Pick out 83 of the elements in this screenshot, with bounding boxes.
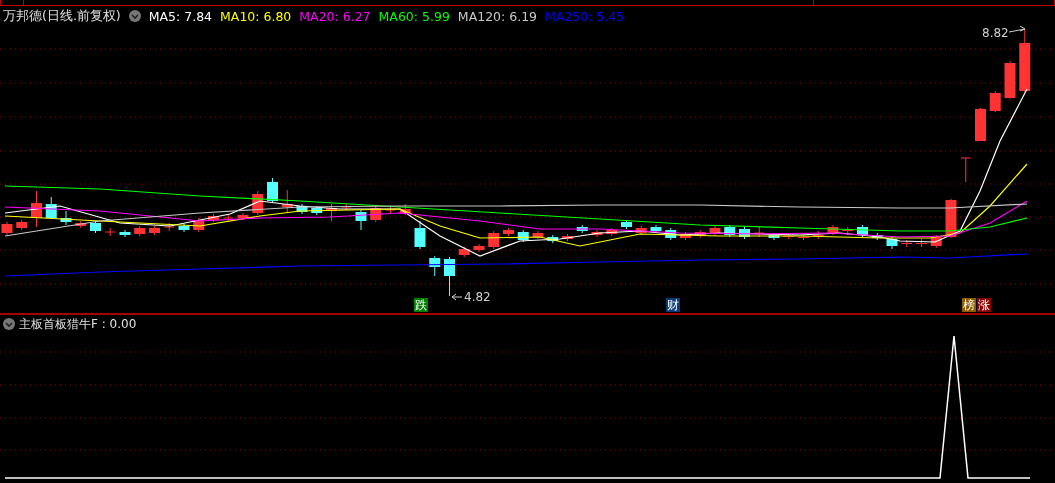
candlestick <box>311 205 323 216</box>
chevron-down-icon[interactable] <box>128 10 141 22</box>
candlestick <box>709 225 721 237</box>
moving-average-label: MA10: 6.80 <box>220 8 292 24</box>
candlestick <box>119 229 131 238</box>
candlestick <box>75 220 87 229</box>
candlestick <box>532 230 544 240</box>
candlestick <box>252 190 264 216</box>
candlestick <box>355 209 367 231</box>
candlestick <box>650 224 662 234</box>
moving-average-label: MA20: 6.27 <box>299 8 371 24</box>
candlestick <box>576 224 588 234</box>
candlestick <box>724 224 736 238</box>
candlestick <box>1004 60 1016 100</box>
candlestick <box>208 213 219 223</box>
candlestick <box>665 227 677 241</box>
candlestick <box>458 246 470 258</box>
candlestick <box>326 203 337 222</box>
moving-average-label: MA5: 7.84 <box>148 8 213 24</box>
candlestick <box>621 219 632 230</box>
moving-average-label: MA250: 5.45 <box>545 8 625 24</box>
candlestick <box>798 234 809 241</box>
candlestick <box>812 230 824 240</box>
candlestick <box>886 236 898 250</box>
candlestick <box>178 223 190 233</box>
candlestick <box>989 90 1001 113</box>
candlestick <box>385 205 396 214</box>
candlestick <box>960 157 972 183</box>
candlestick <box>31 190 42 228</box>
candlestick <box>901 239 913 248</box>
low-pointer-arrow <box>451 293 463 301</box>
moving-average-label: MA60: 5.99 <box>378 8 450 24</box>
chevron-down-icon[interactable] <box>3 318 15 330</box>
indicator-label: 主板首板猎牛F : 0.00 <box>19 315 137 333</box>
candlestick <box>296 203 308 215</box>
chart-title: 万邦德(日线.前复权) <box>3 7 121 25</box>
candlestick <box>267 177 278 204</box>
candlestick <box>945 198 957 239</box>
candlestick <box>591 229 603 238</box>
candlestick <box>237 212 249 221</box>
candlestick <box>281 189 293 214</box>
candlestick <box>930 234 942 249</box>
candlestick <box>562 233 573 242</box>
candlestick <box>547 234 559 244</box>
candlestick <box>429 255 441 277</box>
candlestick <box>916 238 927 248</box>
candlestick <box>16 219 28 231</box>
candlestick <box>635 225 647 236</box>
candlestick <box>842 226 854 236</box>
low-price-label: 4.82 <box>464 290 491 304</box>
candlestick <box>975 107 986 142</box>
candlestick <box>340 203 352 211</box>
candlestick <box>1 221 13 236</box>
candlestick <box>444 256 455 297</box>
candlestick <box>857 224 868 238</box>
candlestick <box>606 227 618 237</box>
high-pointer-arrow <box>1008 26 1026 33</box>
candlestick <box>149 225 160 236</box>
signal-marker: 财 <box>666 298 680 312</box>
candlestick <box>193 217 205 233</box>
candlestick <box>739 226 750 240</box>
signal-marker: 跌 <box>414 298 428 312</box>
candlestick <box>473 243 485 253</box>
candlestick <box>503 227 514 237</box>
candlestick <box>163 222 175 232</box>
candlestick <box>370 205 382 223</box>
candlestick <box>399 203 411 216</box>
high-price-label: 8.82 <box>982 26 1009 40</box>
moving-average-label: MA120: 6.19 <box>457 8 538 24</box>
candlestick <box>1019 28 1031 93</box>
candlestick <box>488 230 500 250</box>
candlestick <box>90 220 101 234</box>
candlestick <box>134 225 146 237</box>
candlestick <box>222 213 234 223</box>
candlestick <box>827 224 839 236</box>
candlestick <box>45 196 57 220</box>
candlestick <box>60 210 72 226</box>
candlestick <box>694 229 706 239</box>
candlestick <box>414 220 426 250</box>
candlestick <box>517 229 529 243</box>
signal-marker: 榜 <box>962 298 976 312</box>
candlestick <box>104 227 116 237</box>
signal-marker: 涨 <box>977 298 991 312</box>
